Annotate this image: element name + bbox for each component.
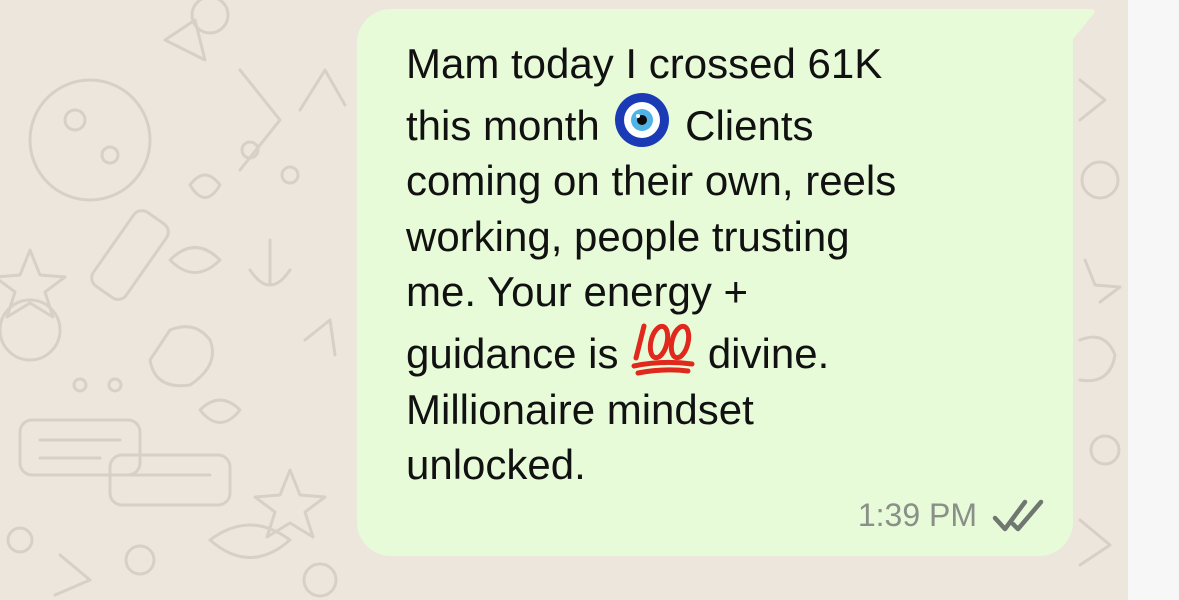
double-check-read-icon <box>992 499 1044 531</box>
message-line-5: me. Your energy + <box>406 268 749 316</box>
message-meta: 1:39 PM <box>858 497 1047 534</box>
message-line-1: Mam today I crossed 61K <box>406 40 883 87</box>
message-line-2a: this month <box>406 101 612 149</box>
message-timestamp: 1:39 PM <box>857 497 977 533</box>
message-text: Mam today I crossed 61K this month Clien… <box>406 36 1046 493</box>
message-line-3: coming on their own, reels <box>406 157 897 205</box>
hundred-points-emoji <box>631 323 695 376</box>
message-line-2b: Clients <box>673 101 814 149</box>
nazar-amulet-emoji <box>615 92 670 147</box>
message-line-6a: guidance is <box>406 329 631 377</box>
message-line-6b: divine. <box>696 329 830 377</box>
message-line-4: working, people trusting <box>406 212 850 260</box>
message-line-8: unlocked. <box>406 441 586 489</box>
right-gutter <box>1128 0 1179 600</box>
bubble-tail <box>1068 9 1095 45</box>
message-line-7: Millionaire mindset <box>406 385 754 433</box>
